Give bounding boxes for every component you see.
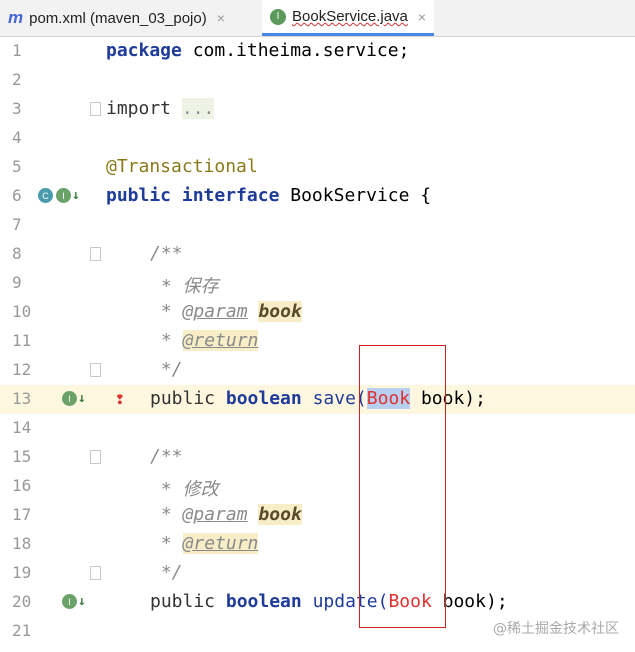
code-line: 10 * @param book [0,298,635,327]
doc-comment: * @param book [150,301,302,322]
interface-icon: I [62,391,77,406]
doc-comment: * 修改 [150,479,219,500]
line-number: 5 [12,157,22,176]
gutter-icons: I ↓ [62,391,86,406]
code-line: 14 [0,414,635,443]
interface-icon: I [56,188,71,203]
implementations-arrow-icon[interactable]: ↓ [78,594,86,609]
line-number: 19 [12,563,32,582]
code-text: public interface BookService { [106,185,432,206]
code-line: 9 * 保存 [0,269,635,298]
close-icon[interactable]: × [217,10,225,26]
fold-toggle[interactable] [90,566,101,580]
editor-tab-bar: m pom.xml (maven_03_pojo) × I BookServic… [0,0,635,37]
line-number: 15 [12,447,32,466]
line-number: 18 [12,534,32,553]
tab-pom-xml[interactable]: m pom.xml (maven_03_pojo) × [0,0,233,36]
code-line: 3 import ... [0,95,635,124]
code-text: package com.itheima.service; [106,40,410,61]
watermark: @稀土掘金技术社区 [493,621,619,637]
tab-label: BookService.java [292,8,408,25]
line-number: 3 [12,99,22,118]
line-number: 10 [12,302,32,321]
line-number: 7 [12,215,22,234]
fold-toggle[interactable] [90,102,101,116]
code-line: 5 @Transactional [0,153,635,182]
line-number: 4 [12,128,22,147]
doc-comment: /** [150,446,183,467]
doc-comment: /** [150,243,183,264]
code-line: 16 * 修改 [0,472,635,501]
code-line: 18 * @return [0,530,635,559]
doc-comment: * @return [150,533,259,554]
code-line: 8 /** [0,240,635,269]
implementations-arrow-icon[interactable]: ↓ [78,391,86,406]
line-number: 8 [12,244,22,263]
fold-toggle[interactable] [90,247,101,261]
gutter-icons: C I ↓ [38,188,80,203]
line-number: 16 [12,476,32,495]
line-number: 6 [12,186,22,205]
tab-label: pom.xml (maven_03_pojo) [29,9,207,27]
code-line: 17 * @param book [0,501,635,530]
code-line: 2 [0,66,635,95]
doc-comment: * @param book [150,504,302,525]
code-editor[interactable]: 1 package com.itheima.service; 2 3 impor… [0,37,635,652]
code-line: 19 */ [0,559,635,588]
code-line: 1 package com.itheima.service; [0,37,635,66]
line-number: 2 [12,70,22,89]
close-icon[interactable]: × [418,9,426,25]
code-line: 6 C I ↓ public interface BookService { [0,182,635,211]
code-text: import ... [106,98,215,119]
code-line-current: 13 I ↓ ❢ public boolean save(Book book); [0,385,635,414]
maven-icon: m [8,8,24,27]
code-line: 4 [0,124,635,153]
interface-icon: I [62,594,77,609]
folded-imports[interactable]: ... [181,98,215,119]
doc-comment: */ [150,359,183,380]
line-number: 20 [12,592,32,611]
line-number: 11 [12,331,32,350]
doc-comment: * @return [150,330,259,351]
annotation: @Transactional [106,156,258,177]
implementations-arrow-icon[interactable]: ↓ [72,188,80,203]
interface-icon: I [270,8,286,25]
doc-comment: */ [150,562,183,583]
code-line: 7 [0,211,635,240]
fold-toggle[interactable] [90,363,101,377]
highlight-box [359,345,446,628]
code-line: 20 I ↓ public boolean update(Book book); [0,588,635,617]
fold-toggle[interactable] [90,450,101,464]
line-number: 17 [12,505,32,524]
line-number: 14 [12,418,32,437]
error-bulb-icon[interactable]: ❢ [115,389,129,408]
code-line: 11 * @return [0,327,635,356]
line-number: 13 [12,389,32,408]
code-line: 15 /** [0,443,635,472]
line-number: 12 [12,360,32,379]
gutter-icons: I ↓ [62,594,86,609]
implemented-bean-icon[interactable]: C [38,188,53,203]
code-text: public boolean update(Book book); [150,591,508,612]
line-number: 9 [12,273,22,292]
tab-bookservice-java[interactable]: I BookService.java × [262,0,435,36]
doc-comment: * 保存 [150,276,219,297]
line-number: 1 [12,41,22,60]
line-number: 21 [12,621,32,640]
code-line: 12 */ [0,356,635,385]
